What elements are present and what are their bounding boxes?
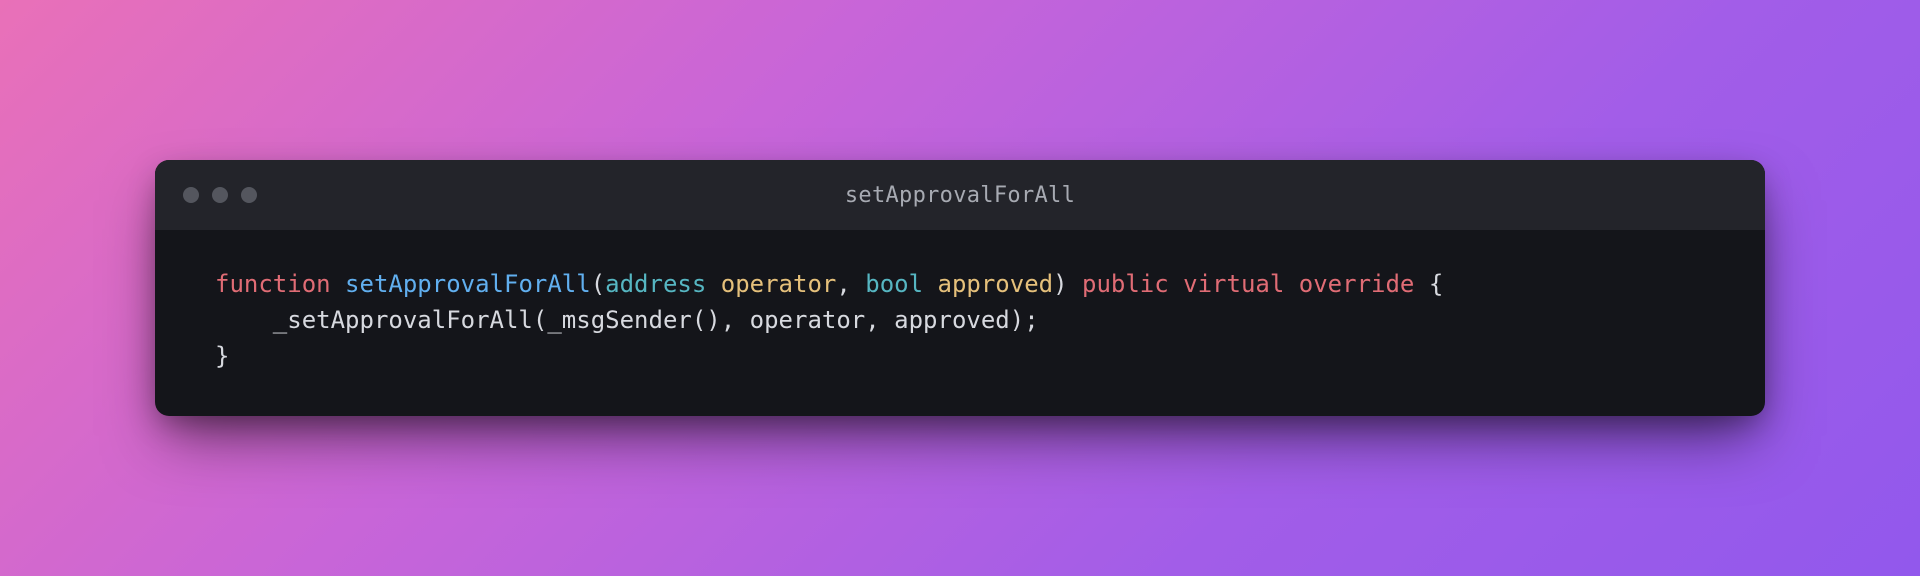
keyword-override: override [1299, 270, 1415, 298]
paren: ) [1053, 270, 1067, 298]
semicolon: ; [1024, 306, 1038, 334]
msg-sender: _msgSender [547, 306, 692, 334]
window-title: setApprovalForAll [155, 183, 1765, 208]
comma: , [836, 270, 850, 298]
keyword-virtual: virtual [1183, 270, 1284, 298]
keyword-function: function [215, 270, 331, 298]
comma: , [865, 306, 879, 334]
close-icon[interactable] [183, 187, 199, 203]
minimize-icon[interactable] [212, 187, 228, 203]
call-fn: _setApprovalForAll [273, 306, 533, 334]
arg-operator: operator [750, 306, 866, 334]
maximize-icon[interactable] [241, 187, 257, 203]
paren: ( [591, 270, 605, 298]
code-window: setApprovalForAll function setApprovalFo… [155, 160, 1765, 416]
param-approved: approved [938, 270, 1054, 298]
indent [215, 306, 273, 334]
paren: ( [533, 306, 547, 334]
type-bool: bool [865, 270, 923, 298]
paren-pair: () [692, 306, 721, 334]
function-name: setApprovalForAll [345, 270, 591, 298]
arg-approved: approved [894, 306, 1010, 334]
brace: } [215, 342, 229, 370]
type-address: address [605, 270, 706, 298]
window-titlebar: setApprovalForAll [155, 160, 1765, 230]
keyword-public: public [1082, 270, 1169, 298]
param-operator: operator [721, 270, 837, 298]
code-block: function setApprovalForAll(address opera… [215, 266, 1705, 374]
brace: { [1429, 270, 1443, 298]
code-editor[interactable]: function setApprovalForAll(address opera… [155, 230, 1765, 416]
paren: ) [1010, 306, 1024, 334]
traffic-lights [183, 187, 257, 203]
comma: , [721, 306, 735, 334]
